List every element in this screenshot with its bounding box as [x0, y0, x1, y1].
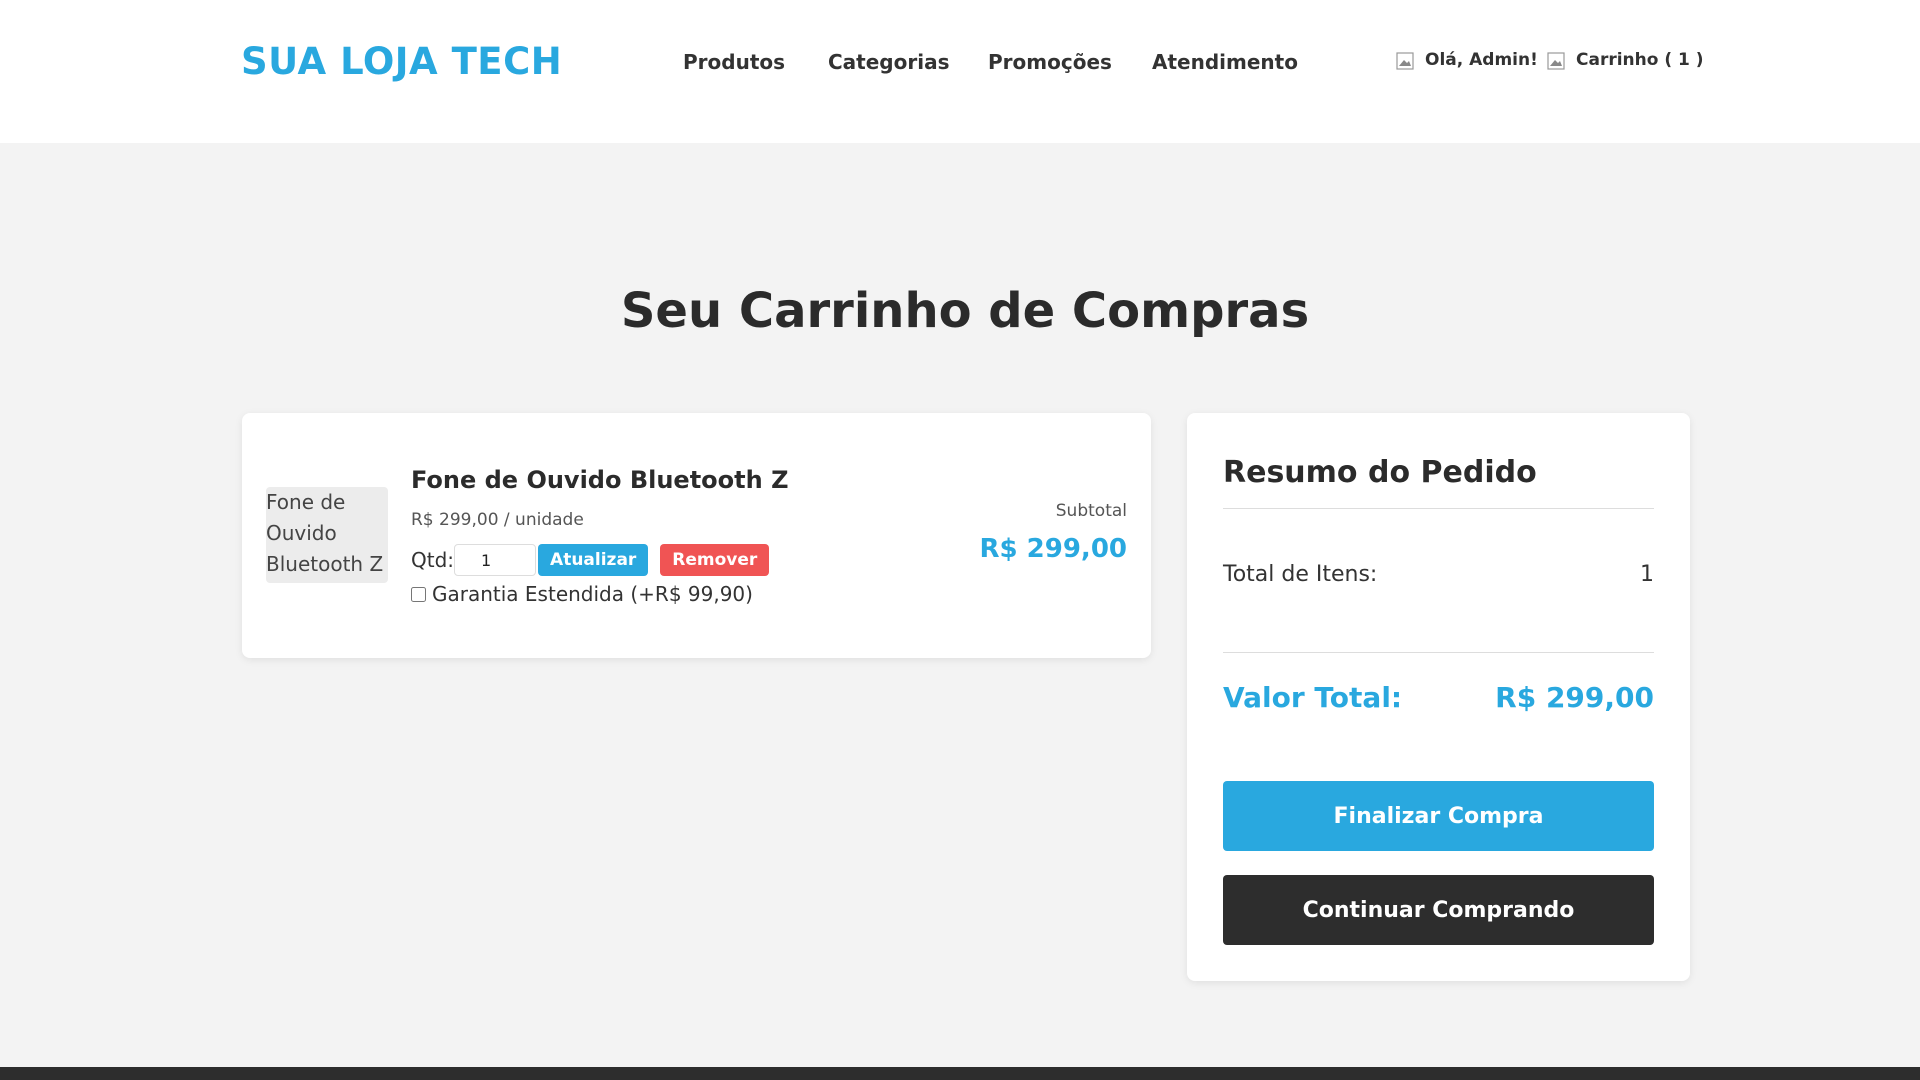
nav-promocoes[interactable]: Promoções — [988, 50, 1112, 74]
update-button[interactable]: Atualizar — [538, 544, 649, 576]
checkout-button[interactable]: Finalizar Compra — [1223, 781, 1654, 851]
cart-link[interactable]: Carrinho ( 1 ) — [1547, 50, 1704, 70]
warranty-checkbox[interactable] — [411, 586, 426, 602]
site-footer — [0, 1067, 1920, 1080]
order-summary: Resumo do Pedido Total de Itens: 1 Valor… — [1187, 413, 1690, 981]
quantity-input[interactable] — [454, 544, 537, 576]
cart-icon — [1547, 52, 1565, 70]
summary-divider — [1223, 652, 1654, 653]
total-value: R$ 299,00 — [1495, 681, 1654, 714]
unit-price: R$ 299,00 / unidade — [411, 510, 584, 530]
subtotal-label: Subtotal — [1055, 501, 1127, 521]
cart-link-label: Carrinho ( 1 ) — [1576, 50, 1704, 70]
cart-item-card: Fone de Ouvido Bluetooth Z Fone de Ouvid… — [242, 413, 1151, 658]
total-items-value: 1 — [1640, 562, 1654, 587]
quantity-row: Qtd: Atualizar Remover — [411, 544, 770, 576]
page-title: Seu Carrinho de Compras — [620, 283, 1310, 339]
warranty-option[interactable]: Garantia Estendida (+R$ 99,90) — [411, 582, 753, 606]
product-image: Fone de Ouvido Bluetooth Z — [266, 487, 388, 583]
user-icon — [1396, 52, 1414, 70]
total-value-label: Valor Total: — [1223, 681, 1403, 714]
continue-shopping-button[interactable]: Continuar Comprando — [1223, 875, 1654, 945]
summary-title: Resumo do Pedido — [1223, 455, 1537, 490]
user-greeting[interactable]: Olá, Admin! — [1396, 50, 1538, 70]
store-logo[interactable]: SUA LOJA TECH — [241, 40, 562, 83]
product-name: Fone de Ouvido Bluetooth Z — [411, 466, 789, 494]
nav-categorias[interactable]: Categorias — [828, 50, 949, 74]
summary-divider — [1223, 508, 1654, 509]
warranty-label: Garantia Estendida (+R$ 99,90) — [432, 582, 753, 606]
site-header: SUA LOJA TECH Produtos Categorias Promoç… — [0, 0, 1920, 143]
subtotal-value: R$ 299,00 — [979, 534, 1128, 564]
greeting-text: Olá, Admin! — [1425, 50, 1538, 70]
quantity-label: Qtd: — [411, 548, 455, 572]
remove-button[interactable]: Remover — [660, 544, 770, 576]
nav-atendimento[interactable]: Atendimento — [1152, 50, 1298, 74]
nav-produtos[interactable]: Produtos — [683, 50, 785, 74]
total-items-label: Total de Itens: — [1223, 562, 1378, 587]
